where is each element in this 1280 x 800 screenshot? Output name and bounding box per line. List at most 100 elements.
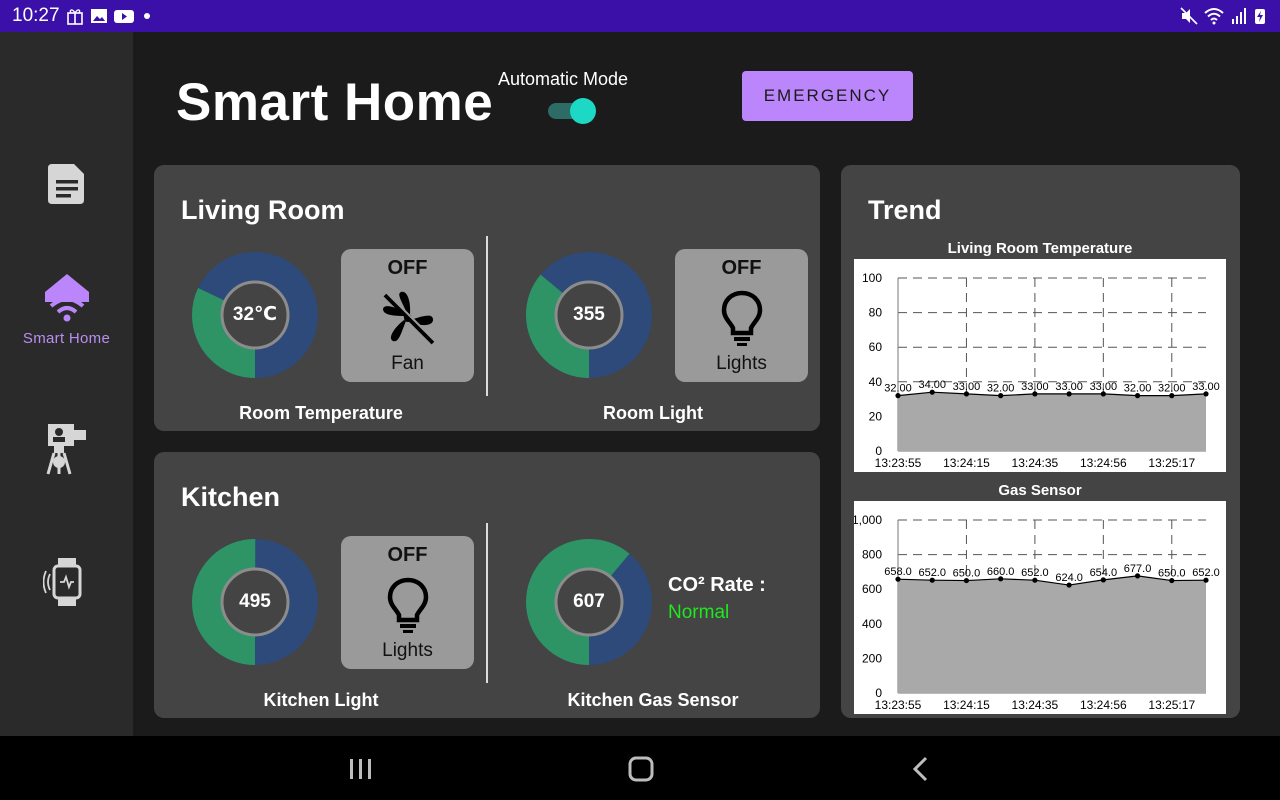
status-notification-icons — [66, 7, 154, 25]
y-tick-label: 80 — [869, 306, 883, 320]
data-label: 34.00 — [918, 379, 946, 391]
smart-home-icon — [44, 274, 89, 322]
data-label: 32.00 — [987, 383, 1015, 395]
kitchen-gas-value: 607 — [573, 591, 605, 612]
recent-apps-button[interactable] — [341, 752, 381, 786]
y-tick-label: 200 — [862, 651, 882, 665]
co2-rate-status: Normal — [668, 602, 730, 623]
smartwatch-icon — [42, 558, 81, 606]
x-tick-label: 13:24:56 — [1080, 456, 1127, 470]
x-tick-label: 13:24:35 — [1012, 456, 1059, 470]
main-content: Smart Home Automatic Mode EMERGENCY Livi… — [133, 32, 1280, 736]
sidebar-item-smart-home[interactable]: Smart Home — [0, 272, 133, 347]
emergency-button[interactable]: EMERGENCY — [742, 71, 913, 121]
data-label: 33.00 — [953, 381, 981, 393]
battery-charging-icon — [1255, 9, 1265, 24]
data-label: 658.0 — [884, 566, 912, 578]
data-label: 32.00 — [1124, 383, 1152, 395]
x-tick-label: 13:24:35 — [1012, 698, 1059, 712]
automatic-mode-toggle[interactable] — [548, 98, 596, 124]
sidebar: Smart Home — [0, 32, 133, 736]
area-fill — [898, 392, 1206, 451]
data-label: 652.0 — [1192, 567, 1220, 579]
living-room-title: Living Room — [181, 195, 345, 225]
kitchen-card: Kitchen 495 Kitchen Light OFF Lights 607… — [154, 452, 820, 718]
data-label: 677.0 — [1124, 563, 1152, 575]
gas-chart: 0 200 400 600 800 1,000 13:23:55 13:24:15 13:24:… — [852, 501, 1226, 714]
data-label: 654.0 — [1090, 567, 1118, 579]
data-label: 33.00 — [1090, 381, 1118, 393]
home-button[interactable] — [621, 752, 661, 786]
room-temperature-caption: Room Temperature — [239, 403, 403, 423]
home-icon — [628, 756, 654, 782]
kitchen-light-caption: Kitchen Light — [263, 690, 379, 710]
recent-apps-icon — [350, 759, 371, 779]
data-label: 33.00 — [1021, 381, 1049, 393]
temperature-chart-title: Living Room Temperature — [947, 240, 1133, 257]
fan-toggle[interactable]: OFF Fan — [341, 249, 474, 382]
signal-icon — [1232, 8, 1246, 24]
data-label: 652.0 — [1021, 567, 1049, 579]
wifi-icon — [1204, 8, 1224, 25]
sidebar-item-label: Smart Home — [22, 330, 111, 347]
lightbulb-icon — [387, 577, 429, 633]
data-label: 652.0 — [918, 567, 946, 579]
living-room-divider — [486, 236, 488, 396]
app-root: 10:27 Smart Home Smart Home Automatic Mo… — [0, 0, 1280, 800]
fan-state: OFF — [387, 257, 428, 279]
back-icon — [912, 756, 928, 782]
x-tick-label: 13:24:15 — [943, 456, 990, 470]
gas-chart-title: Gas Sensor — [998, 482, 1082, 499]
back-button[interactable] — [901, 752, 941, 786]
sidebar-item-smartwatch[interactable] — [0, 556, 133, 608]
y-tick-label: 100 — [862, 271, 882, 285]
mute-icon — [1180, 7, 1198, 25]
co2-rate-label: CO² Rate : — [668, 574, 766, 596]
y-tick-label: 800 — [862, 548, 882, 562]
data-label: 33.00 — [1055, 381, 1083, 393]
remote-monitor-icon — [46, 424, 86, 475]
trend-title: Trend — [868, 195, 942, 225]
x-tick-label: 13:25:17 — [1148, 456, 1195, 470]
y-tick-label: 20 — [869, 409, 883, 423]
x-tick-label: 13:23:55 — [875, 698, 922, 712]
data-label: 624.0 — [1055, 572, 1083, 584]
x-tick-label: 13:24:15 — [943, 698, 990, 712]
lightbulb-icon — [721, 290, 763, 346]
y-tick-label: 40 — [869, 375, 883, 389]
living-room-lights-label: Lights — [716, 353, 767, 374]
living-room-card: Living Room 32℃ Room Temperature OFF Fan — [154, 165, 820, 431]
x-tick-label: 13:24:56 — [1080, 698, 1127, 712]
document-icon — [47, 164, 84, 204]
data-label: 32.00 — [884, 383, 912, 395]
data-label: 650.0 — [1158, 568, 1186, 580]
sidebar-item-documents[interactable] — [0, 162, 133, 206]
room-light-value: 355 — [573, 304, 605, 325]
x-tick-label: 13:25:17 — [1148, 698, 1195, 712]
page-title: Smart Home — [176, 73, 494, 132]
system-nav-bar — [0, 736, 1280, 800]
data-label: 33.00 — [1192, 381, 1220, 393]
y-tick-label: 600 — [862, 582, 882, 596]
kitchen-divider — [486, 523, 488, 683]
kitchen-lights-toggle[interactable]: OFF Lights — [341, 536, 474, 669]
room-temperature-value: 32℃ — [232, 304, 278, 325]
gas-chart-svg: 02004006008001,00013:23:55 13:24:15 13:24:… — [852, 513, 1220, 712]
area-fill — [898, 575, 1206, 693]
sidebar-item-remote-monitor[interactable] — [0, 422, 133, 478]
image-icon — [91, 9, 107, 23]
room-temperature-gauge: 32℃ — [191, 251, 319, 379]
living-room-lights-toggle[interactable]: OFF Lights — [675, 249, 808, 382]
toggle-thumb — [570, 98, 596, 124]
fan-label: Fan — [391, 353, 424, 374]
automatic-mode-label: Automatic Mode — [498, 69, 629, 89]
kitchen-title: Kitchen — [181, 482, 281, 512]
temperature-chart-svg: 02040608010013:23:55 13:24:15 13:24:35 13:2… — [862, 271, 1220, 470]
data-label: 660.0 — [987, 566, 1015, 578]
kitchen-light-value: 495 — [239, 591, 271, 612]
data-label: 32.00 — [1158, 383, 1186, 395]
trend-card: Trend Living Room Temperature 0 20 40 60 80 1… — [841, 165, 1240, 718]
temperature-chart: 0 20 40 60 80 100 13:23:55 13:24:15 13:24:35 13:2… — [854, 259, 1226, 472]
y-tick-label: 400 — [862, 617, 882, 631]
room-light-gauge: 355 — [525, 251, 653, 379]
